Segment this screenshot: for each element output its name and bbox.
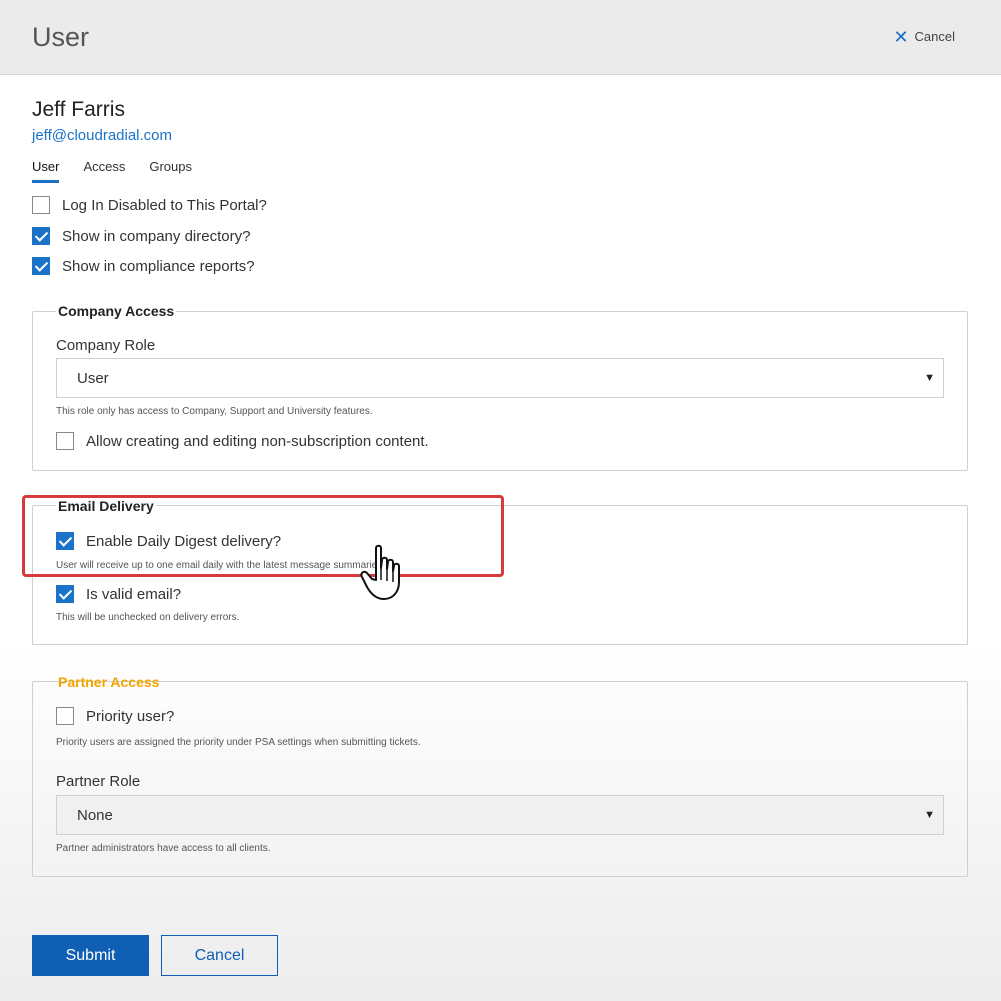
option-company-directory[interactable]: Show in company directory? xyxy=(32,227,250,245)
partner-role-select[interactable]: None ▼ xyxy=(56,795,944,835)
login-disabled-label: Log In Disabled to This Portal? xyxy=(62,196,267,214)
tab-bar: User Access Groups xyxy=(32,159,192,183)
company-directory-label: Show in company directory? xyxy=(62,227,251,245)
chevron-down-icon: ▼ xyxy=(924,809,935,821)
compliance-reports-label: Show in compliance reports? xyxy=(62,257,255,275)
tab-groups[interactable]: Groups xyxy=(149,159,192,183)
tab-user[interactable]: User xyxy=(32,159,60,183)
allow-editing-label: Allow creating and editing non-subscript… xyxy=(86,432,429,450)
option-valid-email[interactable]: Is valid email? xyxy=(56,585,181,603)
option-login-disabled[interactable]: Log In Disabled to This Portal? xyxy=(32,196,267,214)
priority-user-checkbox[interactable] xyxy=(56,707,74,725)
header-bar: User ✕ Cancel xyxy=(0,0,1001,75)
login-disabled-checkbox[interactable] xyxy=(32,196,50,214)
company-role-help: This role only has access to Company, Su… xyxy=(56,406,373,417)
compliance-reports-checkbox[interactable] xyxy=(32,257,50,275)
valid-email-checkbox[interactable] xyxy=(56,585,74,603)
user-email-link[interactable]: jeff@cloudradial.com xyxy=(32,127,172,144)
company-access-legend: Company Access xyxy=(56,303,177,319)
priority-user-help: Priority users are assigned the priority… xyxy=(56,737,421,748)
company-directory-checkbox[interactable] xyxy=(32,227,50,245)
partner-role-value: None xyxy=(77,806,113,824)
option-priority-user[interactable]: Priority user? xyxy=(56,707,174,725)
highlight-annotation xyxy=(22,495,504,577)
header-cancel-button[interactable]: ✕ Cancel xyxy=(893,26,955,47)
valid-email-help: This will be unchecked on delivery error… xyxy=(56,612,240,623)
option-compliance-reports[interactable]: Show in compliance reports? xyxy=(32,257,255,275)
company-role-label: Company Role xyxy=(56,337,156,354)
company-role-select[interactable]: User ▼ xyxy=(56,358,944,398)
hand-pointer-icon xyxy=(360,544,400,600)
tab-access[interactable]: Access xyxy=(83,159,125,183)
partner-role-help: Partner administrators have access to al… xyxy=(56,843,271,854)
close-icon: ✕ xyxy=(893,26,909,47)
valid-email-label: Is valid email? xyxy=(86,585,182,603)
page-title: User xyxy=(32,22,90,52)
company-role-value: User xyxy=(77,369,109,387)
header-cancel-label: Cancel xyxy=(914,29,955,44)
partner-role-label: Partner Role xyxy=(56,773,141,790)
allow-editing-checkbox[interactable] xyxy=(56,432,74,450)
user-name: Jeff Farris xyxy=(32,98,125,121)
option-allow-editing[interactable]: Allow creating and editing non-subscript… xyxy=(56,432,429,450)
chevron-down-icon: ▼ xyxy=(924,372,935,384)
priority-user-label: Priority user? xyxy=(86,707,175,725)
partner-access-legend: Partner Access xyxy=(58,674,160,690)
submit-button[interactable]: Submit xyxy=(32,935,149,976)
cancel-button[interactable]: Cancel xyxy=(161,935,278,976)
